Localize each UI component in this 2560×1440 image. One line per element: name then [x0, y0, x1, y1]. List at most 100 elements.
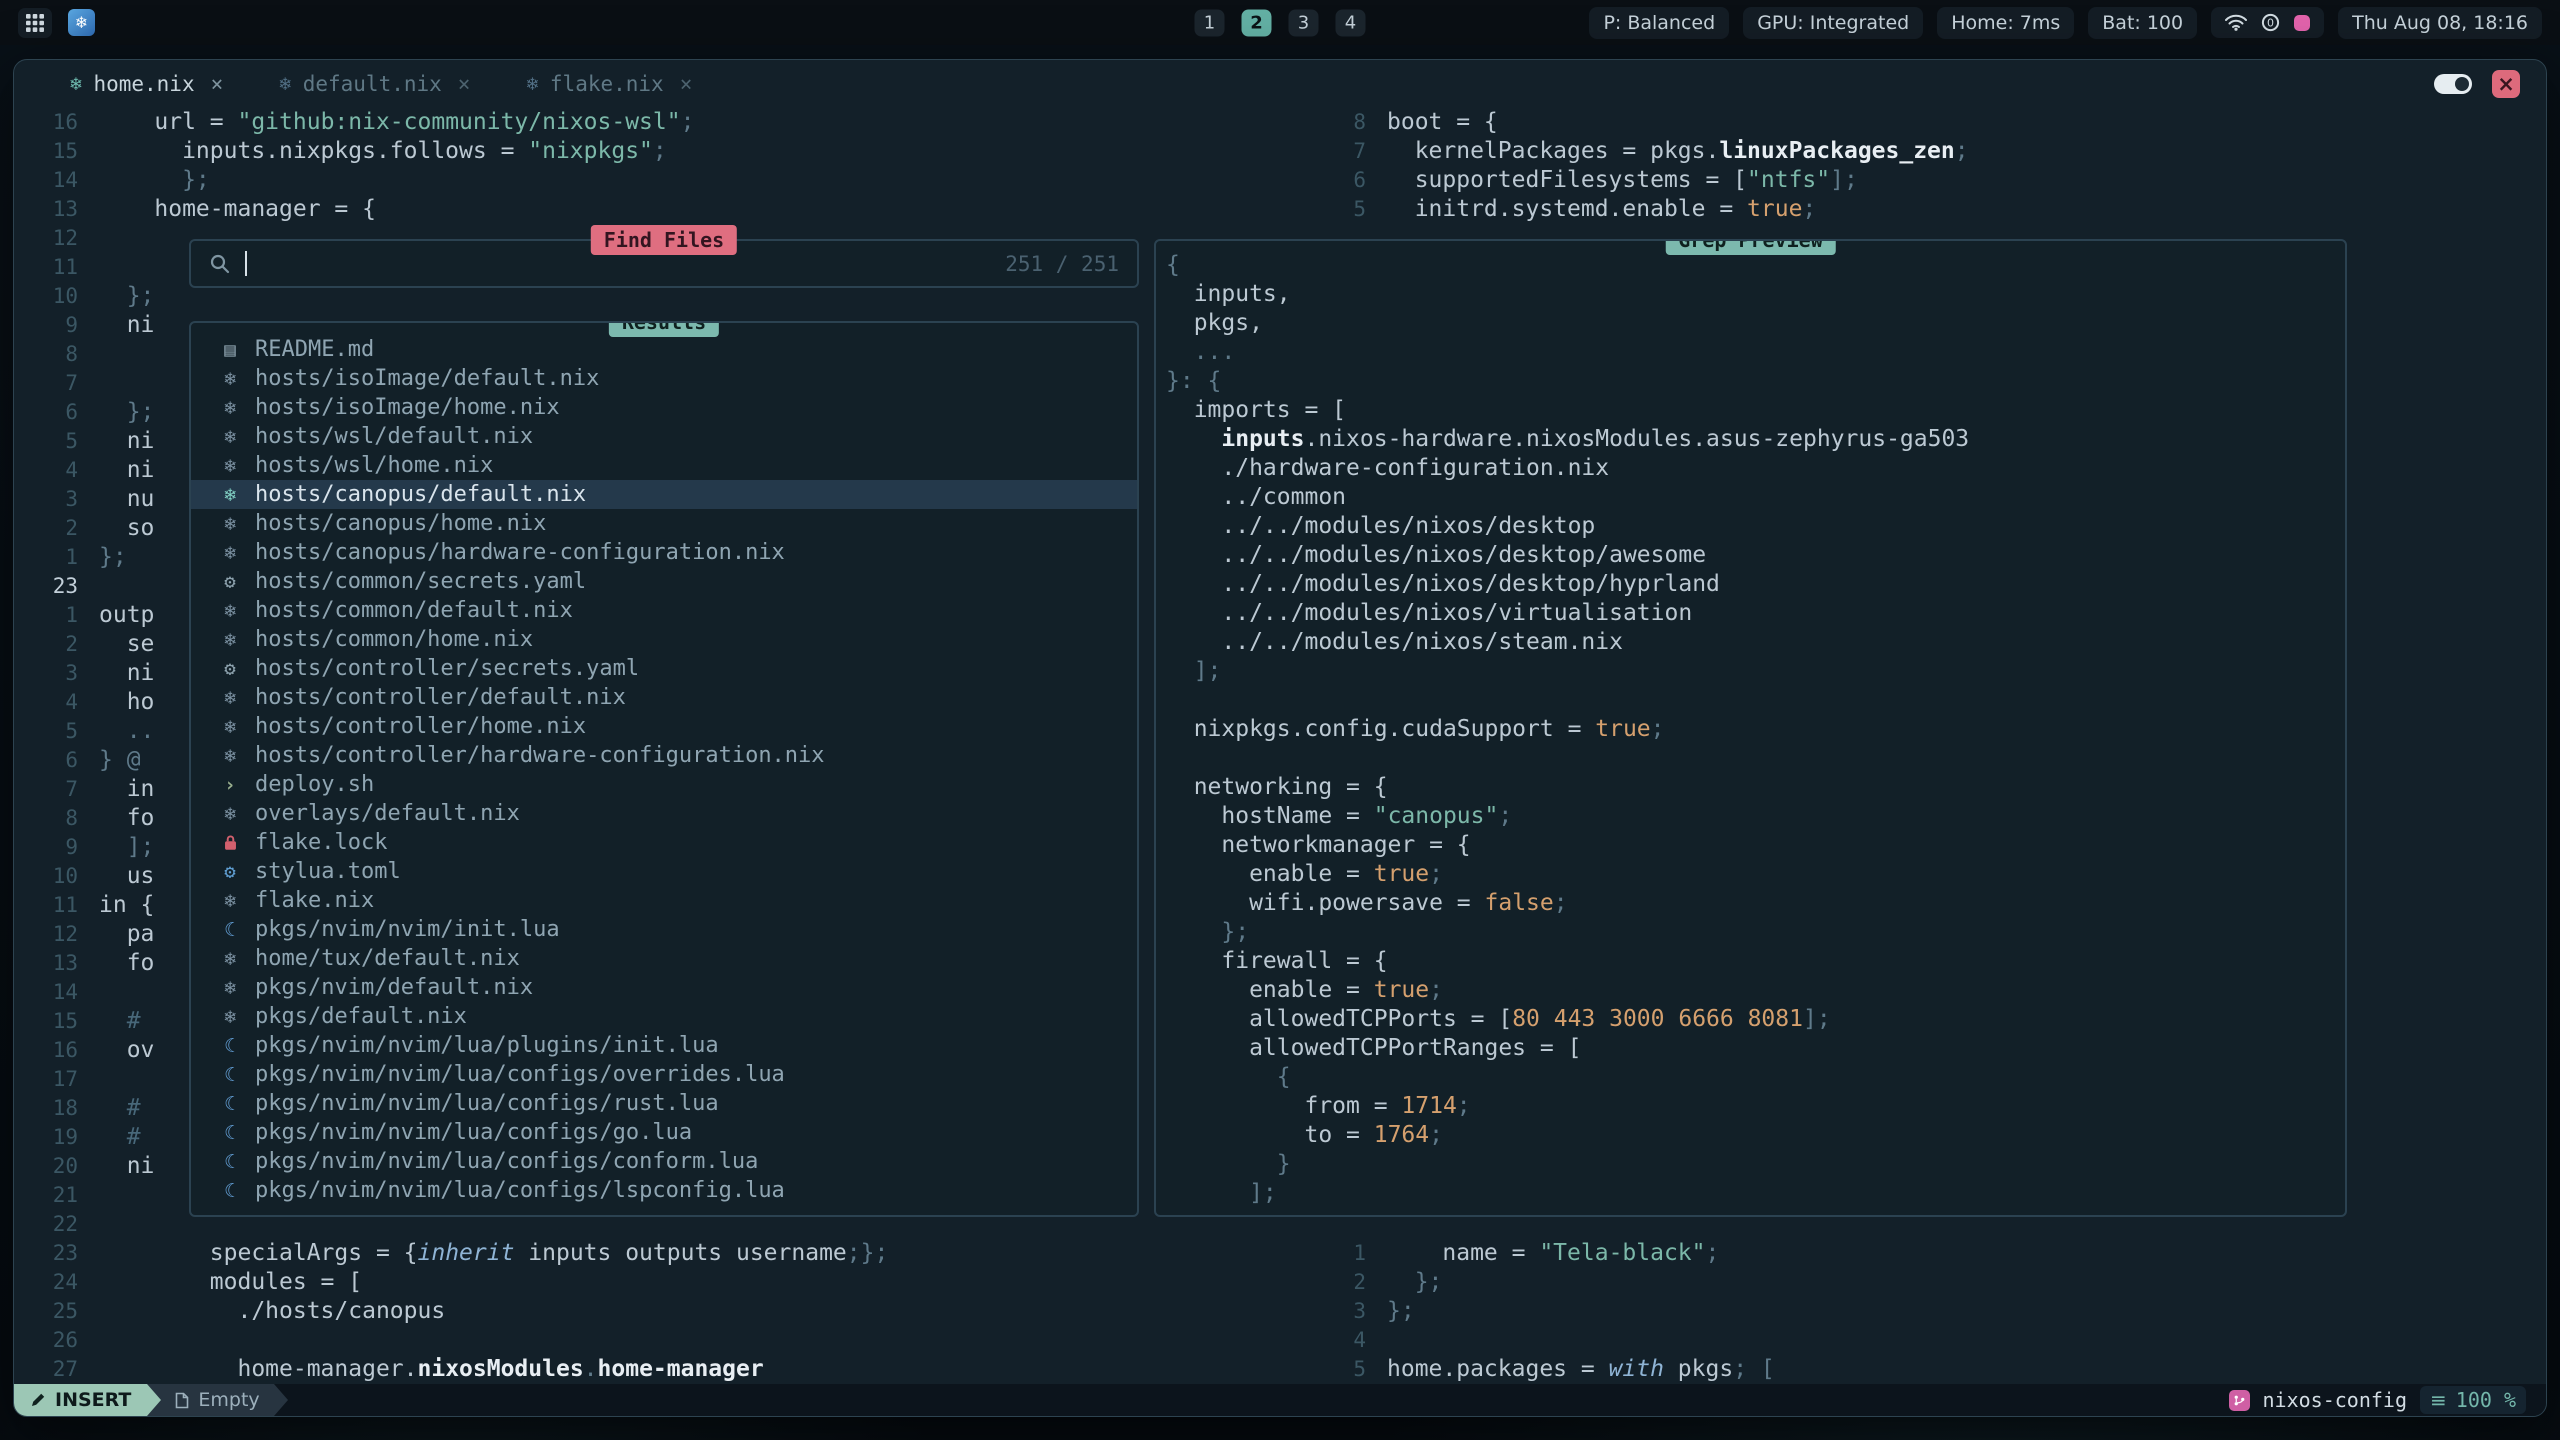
preview-line: inputs, [1166, 280, 2345, 309]
system-tray[interactable]: 0 [2211, 7, 2324, 38]
tab-list: ❄home.nix× ❄default.nix× ❄flake.nix× [70, 72, 748, 96]
result-item[interactable]: ❄pkgs/nvim/default.nix [191, 973, 1137, 1002]
result-item[interactable]: ❄hosts/isoImage/home.nix [191, 393, 1137, 422]
preview-line: { [1166, 1063, 2345, 1092]
code-line[interactable]: 25 ./hosts/canopus [14, 1297, 1314, 1326]
code-line[interactable]: 6 supportedFilesystems = ["ntfs"]; [1323, 166, 2546, 195]
workspace-button[interactable]: 4 [1336, 9, 1366, 36]
result-item[interactable]: ❄hosts/controller/default.nix [191, 683, 1137, 712]
preview-line: wifi.powersave = false; [1166, 889, 2345, 918]
yaml-file-icon: ⚙ [217, 571, 243, 593]
workspace-button[interactable]: 1 [1195, 9, 1225, 36]
nix-file-icon: ❄ [217, 977, 243, 999]
lines-icon: ≡ [2430, 1388, 2447, 1412]
pin-toggle[interactable] [2434, 74, 2472, 94]
result-item[interactable]: ❄hosts/wsl/default.nix [191, 422, 1137, 451]
preview-line [1166, 744, 2345, 773]
finder-results: Results ▤README.md❄hosts/isoImage/defaul… [189, 321, 1139, 1217]
nix-file-icon: ❄ [526, 73, 537, 95]
latency-module: Home: 7ms [1937, 7, 2074, 39]
editor-tab[interactable]: ❄flake.nix× [526, 72, 692, 96]
nix-file-icon: ❄ [279, 73, 290, 95]
tab-close-icon[interactable]: × [211, 72, 224, 96]
preview-line: ../common [1166, 483, 2345, 512]
result-item[interactable]: ☾pkgs/nvim/nvim/lua/configs/rust.lua [191, 1089, 1137, 1118]
code-line[interactable]: 15 inputs.nixpkgs.follows = "nixpkgs"; [14, 137, 1314, 166]
tab-close-icon[interactable]: × [458, 72, 471, 96]
code-line[interactable]: 16 url = "github:nix-community/nixos-wsl… [14, 108, 1314, 137]
preview-line: hostName = "canopus"; [1166, 802, 2345, 831]
code-line[interactable]: 7 kernelPackages = pkgs.linuxPackages_ze… [1323, 137, 2546, 166]
result-item[interactable]: ❄overlays/default.nix [191, 799, 1137, 828]
search-icon [209, 253, 231, 275]
result-item[interactable]: ▤README.md [191, 335, 1137, 364]
preview-line: firewall = { [1166, 947, 2345, 976]
result-item[interactable]: ☾pkgs/nvim/nvim/lua/plugins/init.lua [191, 1031, 1137, 1060]
code-line[interactable]: 14 }; [14, 166, 1314, 195]
result-item[interactable]: ⚙hosts/controller/secrets.yaml [191, 654, 1137, 683]
preview-line: ... [1166, 338, 2345, 367]
result-item[interactable]: ❄hosts/wsl/home.nix [191, 451, 1137, 480]
result-item[interactable]: ❄hosts/common/home.nix [191, 625, 1137, 654]
powerline-separator [274, 1384, 288, 1416]
nix-file-icon: ❄ [217, 397, 243, 419]
result-item[interactable]: ❄hosts/canopus/home.nix [191, 509, 1137, 538]
code-line[interactable]: 13 home-manager = { [14, 195, 1314, 224]
window-close-button[interactable]: × [2492, 70, 2520, 98]
result-item[interactable]: ❄hosts/common/default.nix [191, 596, 1137, 625]
tab-close-icon[interactable]: × [680, 72, 693, 96]
result-item[interactable]: ☾pkgs/nvim/nvim/lua/configs/lspconfig.lu… [191, 1176, 1137, 1205]
result-item[interactable]: ⚙hosts/common/secrets.yaml [191, 567, 1137, 596]
result-item[interactable]: ❄hosts/controller/hardware-configuration… [191, 741, 1137, 770]
preview-line: networking = { [1166, 773, 2345, 802]
code-line[interactable]: 24 modules = [ [14, 1268, 1314, 1297]
finder-prompt[interactable]: Find Files 251 / 251 [189, 239, 1139, 288]
scroll-percent: 100 % [2456, 1388, 2516, 1412]
code-line[interactable]: 2 }; [1323, 1268, 2546, 1297]
app-launcher-button[interactable] [18, 8, 52, 38]
yaml-file-icon: ⚙ [217, 658, 243, 680]
result-item[interactable]: ❄pkgs/default.nix [191, 1002, 1137, 1031]
result-item[interactable]: ❄hosts/canopus/default.nix [191, 480, 1137, 509]
result-item[interactable]: ☾pkgs/nvim/nvim/lua/configs/conform.lua [191, 1147, 1137, 1176]
scroll-position: ≡ 100 % [2420, 1386, 2526, 1414]
code-line[interactable]: 3}; [1323, 1297, 2546, 1326]
result-item[interactable]: ☾pkgs/nvim/nvim/lua/configs/overrides.lu… [191, 1060, 1137, 1089]
code-line[interactable]: 5 initrd.systemd.enable = true; [1323, 195, 2546, 224]
result-item[interactable]: ❄hosts/isoImage/default.nix [191, 364, 1137, 393]
code-line[interactable]: 1 name = "Tela-black"; [1323, 1239, 2546, 1268]
result-item[interactable]: ›deploy.sh [191, 770, 1137, 799]
result-item[interactable]: ⚙stylua.toml [191, 857, 1137, 886]
workspace-button[interactable]: 3 [1289, 9, 1319, 36]
workspace-button[interactable]: 2 [1242, 9, 1272, 36]
result-item[interactable]: ☾pkgs/nvim/nvim/init.lua [191, 915, 1137, 944]
editor-tab[interactable]: ❄home.nix× [70, 72, 223, 96]
result-item[interactable]: ❄flake.nix [191, 886, 1137, 915]
preview-line: } [1166, 1150, 2345, 1179]
code-line[interactable]: 4 [1323, 1326, 2546, 1355]
mode-indicator: INSERT [14, 1384, 147, 1416]
preview-line: pkgs, [1166, 309, 2345, 338]
preview-line: enable = true; [1166, 860, 2345, 889]
code-line[interactable]: 5home.packages = with pkgs; [ [1323, 1355, 2546, 1384]
preview-line: enable = true; [1166, 976, 2345, 1005]
result-item[interactable]: ❄hosts/canopus/hardware-configuration.ni… [191, 538, 1137, 567]
results-title: Results [609, 321, 719, 337]
code-line[interactable]: 27 home-manager.nixosModules.home-manage… [14, 1355, 1314, 1384]
editor-tab[interactable]: ❄default.nix× [279, 72, 470, 96]
preview-line: ../../modules/nixos/desktop/hyprland [1166, 570, 2345, 599]
preview-line: inputs.nixos-hardware.nixosModules.asus-… [1166, 425, 2345, 454]
result-item[interactable]: flake.lock [191, 828, 1137, 857]
result-item[interactable]: ❄hosts/controller/home.nix [191, 712, 1137, 741]
result-item[interactable]: ☾pkgs/nvim/nvim/lua/configs/go.lua [191, 1118, 1137, 1147]
code-line[interactable]: 23 specialArgs = {inherit inputs outputs… [14, 1239, 1314, 1268]
sh-file-icon: › [217, 774, 243, 796]
result-counter: 251 / 251 [1005, 252, 1119, 276]
tab-bar: ❄home.nix× ❄default.nix× ❄flake.nix× × [14, 60, 2546, 108]
nix-file-icon: ❄ [217, 426, 243, 448]
code-line[interactable]: 26 [14, 1326, 1314, 1355]
distro-logo-icon[interactable]: ❄ [68, 9, 95, 36]
result-item[interactable]: ❄home/tux/default.nix [191, 944, 1137, 973]
code-line[interactable]: 8boot = { [1323, 108, 2546, 137]
git-repo-icon [2229, 1390, 2250, 1411]
